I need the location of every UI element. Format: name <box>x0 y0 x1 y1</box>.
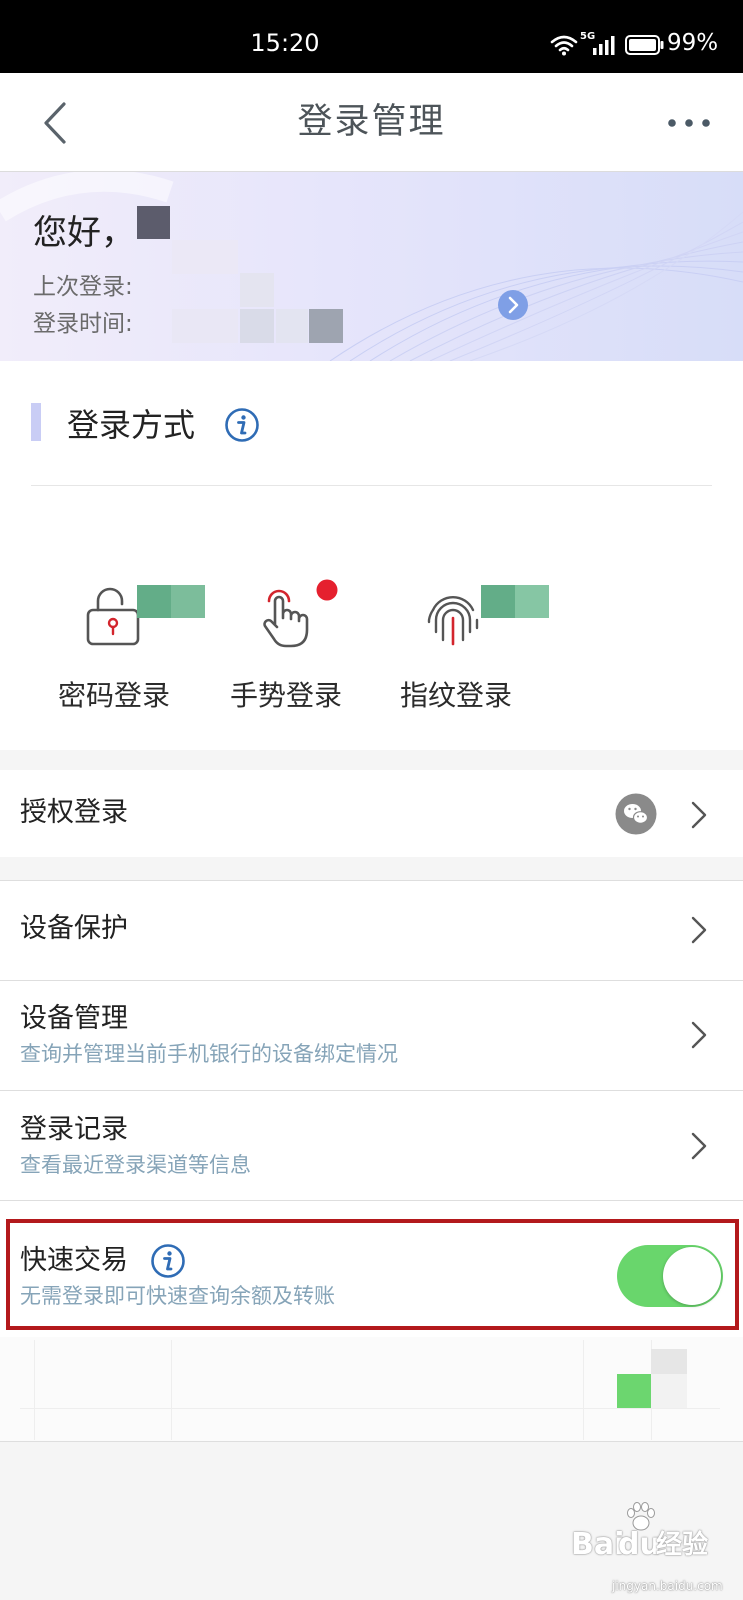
watermark-brand-left: Bai <box>571 1527 625 1562</box>
redaction-block <box>515 585 549 618</box>
login-time-label: 登录时间: <box>33 311 133 337</box>
divider <box>0 1200 743 1201</box>
battery-icon <box>625 35 664 55</box>
watermark-brand-right: du <box>618 1527 661 1562</box>
redaction-block <box>651 1349 687 1374</box>
blur-grid-line <box>20 1408 720 1409</box>
chevron-right-icon <box>691 801 707 829</box>
section-divider <box>31 485 712 486</box>
method-label-password[interactable]: 密码登录 <box>44 679 184 713</box>
redaction-block <box>617 1374 651 1408</box>
settings-row-title: 登录记录 <box>20 1114 128 1145</box>
blur-grid-line <box>171 1340 172 1440</box>
method-label-fingerprint[interactable]: 指纹登录 <box>386 679 526 713</box>
authorized-login-label: 授权登录 <box>20 797 128 828</box>
notification-badge <box>316 579 338 601</box>
section-accent-bar <box>31 403 41 441</box>
more-dots-icon[interactable] <box>664 113 714 133</box>
redaction-block <box>137 585 171 618</box>
info-icon[interactable] <box>224 407 260 443</box>
redaction-block <box>171 585 205 618</box>
signal-icon <box>593 36 615 55</box>
redaction-block <box>309 309 343 343</box>
redaction-block <box>276 309 308 343</box>
gesture-hand-icon[interactable] <box>256 584 316 650</box>
redaction-block <box>137 206 170 239</box>
watermark-url: jingyan.baidu.com <box>612 1579 723 1593</box>
lock-icon[interactable] <box>84 584 144 648</box>
watermark-product: 经验 <box>656 1530 709 1560</box>
redaction-block <box>481 585 515 618</box>
quick-trade-title: 快速交易 <box>20 1245 128 1276</box>
settings-row-title: 设备保护 <box>20 913 128 944</box>
wechat-icon <box>615 793 657 835</box>
redaction-block <box>240 309 274 343</box>
section-title: 登录方式 <box>67 406 196 444</box>
chevron-right-icon <box>691 1132 707 1160</box>
redaction-block <box>172 309 238 343</box>
divider <box>0 1441 743 1442</box>
page-title: 登录管理 <box>297 102 446 142</box>
settings-row-subtitle: 查看最近登录渠道等信息 <box>20 1153 251 1177</box>
redaction-block <box>172 240 238 274</box>
redaction-block <box>651 1374 687 1408</box>
settings-row-subtitle: 查询并管理当前手机银行的设备绑定情况 <box>20 1042 398 1066</box>
banner-arrow-icon[interactable] <box>497 289 529 321</box>
settings-row-title: 设备管理 <box>20 1003 128 1034</box>
quick-trade-subtitle: 无需登录即可快速查询余额及转账 <box>20 1284 335 1308</box>
chevron-right-icon <box>691 916 707 944</box>
fingerprint-icon[interactable] <box>425 588 481 648</box>
blur-grid-line <box>583 1340 584 1440</box>
method-label-gesture[interactable]: 手势登录 <box>216 679 356 713</box>
battery-percent: 99% <box>667 30 719 56</box>
chevron-right-icon <box>691 1021 707 1049</box>
blur-grid-line <box>34 1340 35 1440</box>
toggle-knob <box>663 1247 721 1305</box>
greeting-text: 您好， <box>33 213 135 253</box>
quick-trade-toggle[interactable] <box>617 1245 723 1307</box>
info-icon[interactable] <box>150 1243 186 1279</box>
wifi-icon <box>550 35 578 56</box>
redaction-block <box>240 273 274 307</box>
status-time: 15:20 <box>250 29 320 57</box>
last-login-label: 上次登录: <box>33 274 133 300</box>
